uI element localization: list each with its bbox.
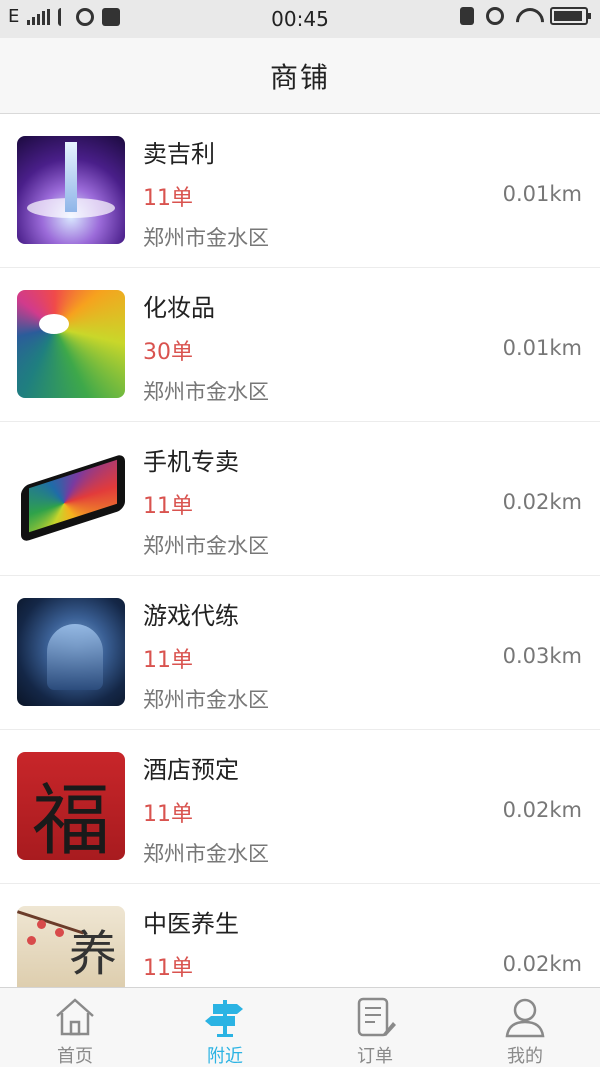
home-icon xyxy=(56,998,94,1036)
shop-name: 卖吉利 xyxy=(143,140,215,168)
shop-distance: 0.01km xyxy=(502,336,582,360)
shop-address: 郑州市金水区 xyxy=(143,688,269,712)
status-right xyxy=(460,7,591,25)
signpost-icon xyxy=(205,1000,243,1037)
bottom-tab-bar: 首页 附近 订单 我的 xyxy=(0,987,600,1067)
shop-list-item[interactable]: 养 中医养生 11单 0.02km xyxy=(0,884,600,987)
shop-list-item[interactable]: 手机专卖 11单 0.02km 郑州市金水区 xyxy=(0,422,600,576)
charging-icon xyxy=(460,7,474,25)
shop-orders: 30单 xyxy=(143,340,193,365)
shop-thumbnail xyxy=(17,598,125,706)
page-header: 商铺 xyxy=(0,38,600,114)
shop-name: 游戏代练 xyxy=(143,602,239,630)
tab-label: 首页 xyxy=(57,1046,93,1067)
shop-thumbnail: 养 xyxy=(17,906,125,987)
person-icon xyxy=(505,998,545,1038)
shop-name: 酒店预定 xyxy=(143,756,239,784)
shop-address: 郑州市金水区 xyxy=(143,380,269,404)
tab-label: 订单 xyxy=(357,1046,393,1067)
battery-icon xyxy=(550,7,591,25)
order-note-icon xyxy=(357,997,396,1037)
alarm-icon-right xyxy=(486,7,504,25)
shop-list-item[interactable]: 卖吉利 11单 0.01km 郑州市金水区 xyxy=(0,114,600,268)
shop-distance: 0.02km xyxy=(502,490,582,514)
shop-list[interactable]: 卖吉利 11单 0.01km 郑州市金水区 化妆品 30单 0.01km 郑州市… xyxy=(0,114,600,987)
page-title: 商铺 xyxy=(269,60,330,94)
shop-thumbnail xyxy=(17,444,125,552)
shop-name: 中医养生 xyxy=(143,910,239,938)
shop-orders: 11单 xyxy=(143,802,193,827)
tab-orders[interactable]: 订单 xyxy=(300,988,450,1067)
shop-address: 郑州市金水区 xyxy=(143,534,269,558)
tab-mine[interactable]: 我的 xyxy=(450,988,600,1067)
yang-calligraphy-image: 养 xyxy=(68,926,117,982)
shop-distance: 0.02km xyxy=(502,798,582,822)
tab-nearby[interactable]: 附近 xyxy=(150,988,300,1067)
shop-orders: 11单 xyxy=(143,648,193,673)
tab-home[interactable]: 首页 xyxy=(0,988,150,1067)
shop-address: 郑州市金水区 xyxy=(143,226,269,250)
shop-orders: 11单 xyxy=(143,186,193,211)
shop-list-item[interactable]: 化妆品 30单 0.01km 郑州市金水区 xyxy=(0,268,600,422)
shop-name: 化妆品 xyxy=(143,294,215,322)
shop-address: 郑州市金水区 xyxy=(143,842,269,866)
wifi-icon xyxy=(516,8,538,24)
fu-calligraphy-image: 福 xyxy=(31,776,110,860)
shop-list-item[interactable]: 福 酒店预定 11单 0.02km 郑州市金水区 xyxy=(0,730,600,884)
shop-thumbnail xyxy=(17,290,125,398)
shop-distance: 0.02km xyxy=(502,952,582,976)
tab-label: 我的 xyxy=(507,1046,543,1067)
shop-distance: 0.01km xyxy=(502,182,582,206)
shop-orders: 11单 xyxy=(143,494,193,519)
shop-thumbnail: 福 xyxy=(17,752,125,860)
tab-label: 附近 xyxy=(207,1046,243,1067)
shop-thumbnail xyxy=(17,136,125,244)
shop-distance: 0.03km xyxy=(502,644,582,668)
shop-list-item[interactable]: 游戏代练 11单 0.03km 郑州市金水区 xyxy=(0,576,600,730)
status-bar: E 00:45 xyxy=(0,0,600,38)
shop-name: 手机专卖 xyxy=(143,448,239,476)
shop-orders: 11单 xyxy=(143,956,193,981)
